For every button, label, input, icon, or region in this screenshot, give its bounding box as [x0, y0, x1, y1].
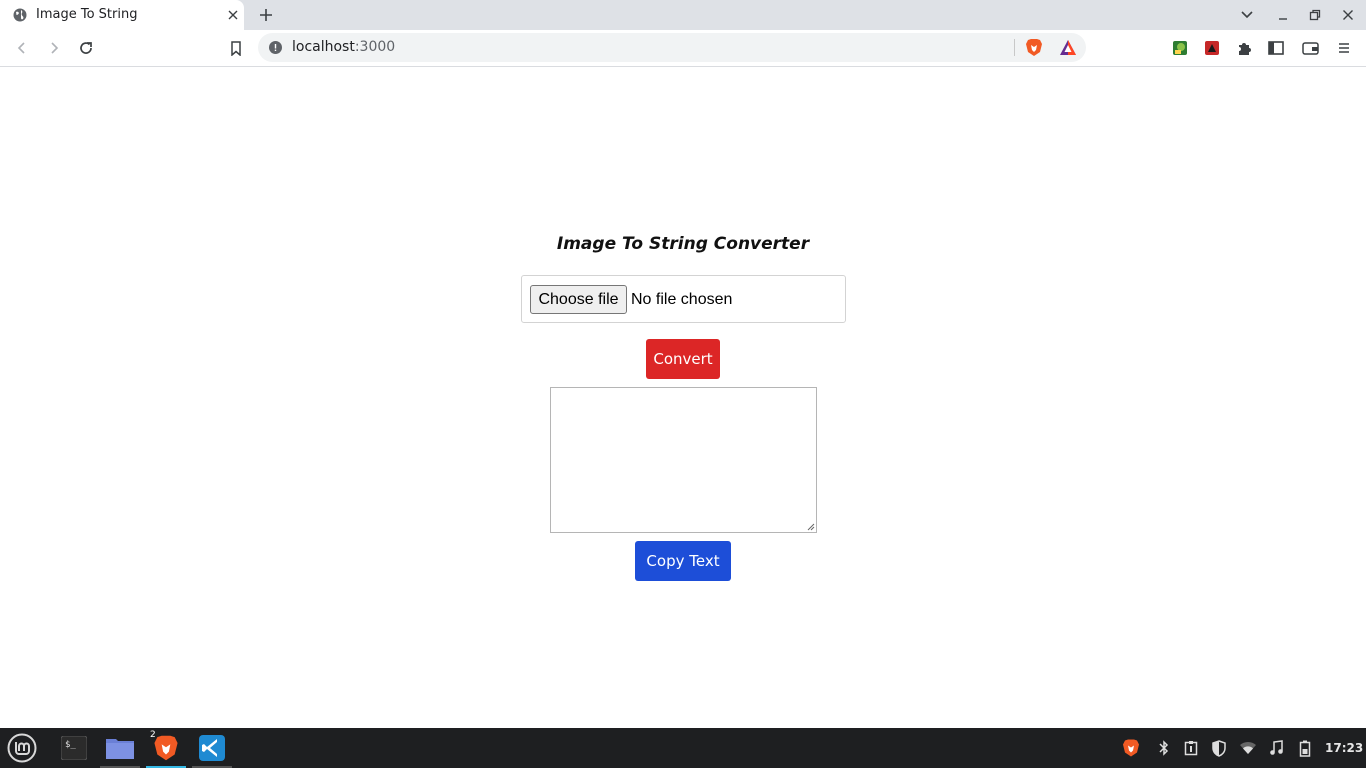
restore-icon[interactable]	[1305, 5, 1325, 25]
browser-tab[interactable]: Image To String	[0, 0, 244, 30]
bluetooth-icon[interactable]	[1154, 738, 1174, 758]
wallet-icon[interactable]	[1300, 38, 1320, 58]
browser-toolbar: localhost:3000	[0, 30, 1366, 67]
taskbar-vscode[interactable]	[192, 728, 232, 768]
file-status-label: No file chosen	[631, 291, 733, 308]
reload-icon[interactable]	[76, 38, 96, 58]
bat-triangle-icon[interactable]	[1059, 39, 1077, 56]
extension-image-icon[interactable]	[1170, 38, 1190, 58]
plus-icon[interactable]	[256, 5, 276, 25]
shield-icon[interactable]	[1209, 738, 1229, 758]
output-textarea[interactable]	[550, 387, 817, 533]
folder-icon	[106, 739, 134, 759]
chevron-down-icon[interactable]	[1237, 5, 1257, 25]
resize-grip-icon[interactable]	[806, 522, 815, 531]
brave-lion-icon[interactable]	[1121, 738, 1141, 758]
back-arrow-icon[interactable]	[12, 38, 32, 58]
terminal-icon: $_	[61, 736, 87, 760]
svg-text:$_: $_	[65, 740, 76, 750]
url-port: :3000	[354, 39, 396, 55]
close-icon[interactable]	[224, 6, 242, 24]
battery-icon[interactable]	[1295, 738, 1315, 758]
address-bar[interactable]: localhost:3000	[258, 33, 1086, 62]
vscode-icon	[199, 735, 225, 761]
extension-red-icon[interactable]	[1202, 38, 1222, 58]
file-input[interactable]: Choose file No file chosen	[521, 275, 846, 323]
clock[interactable]: 17:23	[1325, 741, 1363, 755]
start-menu-button[interactable]	[0, 728, 44, 768]
puzzle-icon[interactable]	[1234, 38, 1254, 58]
close-icon[interactable]	[1338, 5, 1358, 25]
window-count-badge: 2	[150, 730, 156, 740]
globe-icon	[13, 8, 27, 22]
clipboard-icon[interactable]	[1181, 738, 1201, 758]
page-title: Image To String Converter	[556, 234, 810, 254]
brave-lion-icon[interactable]	[1025, 38, 1043, 57]
hamburger-menu-icon[interactable]	[1334, 38, 1354, 58]
choose-file-button[interactable]: Choose file	[530, 285, 627, 314]
tab-title: Image To String	[36, 7, 138, 22]
taskbar-brave[interactable]: 2	[146, 728, 186, 768]
taskbar: $_ 2 17:23	[0, 728, 1366, 768]
info-icon[interactable]	[269, 41, 282, 54]
taskbar-terminal[interactable]: $_	[54, 728, 94, 768]
forward-arrow-icon[interactable]	[44, 38, 64, 58]
bookmark-icon[interactable]	[226, 38, 246, 58]
copy-text-button[interactable]: Copy Text	[635, 541, 731, 581]
omnibox-divider	[1014, 39, 1015, 56]
taskbar-files[interactable]	[100, 728, 140, 768]
music-note-icon[interactable]	[1266, 738, 1286, 758]
page-content: Image To String Converter Choose file No…	[0, 68, 1366, 728]
linux-mint-logo-icon	[7, 733, 37, 763]
convert-button[interactable]: Convert	[646, 339, 720, 379]
brave-lion-icon	[154, 735, 178, 761]
tab-strip: Image To String	[0, 0, 1366, 30]
url-text[interactable]: localhost:3000	[292, 39, 395, 55]
url-host: localhost	[292, 39, 355, 55]
minimize-icon[interactable]	[1273, 5, 1293, 25]
sidebar-icon[interactable]	[1266, 38, 1286, 58]
wifi-icon[interactable]	[1238, 738, 1258, 758]
